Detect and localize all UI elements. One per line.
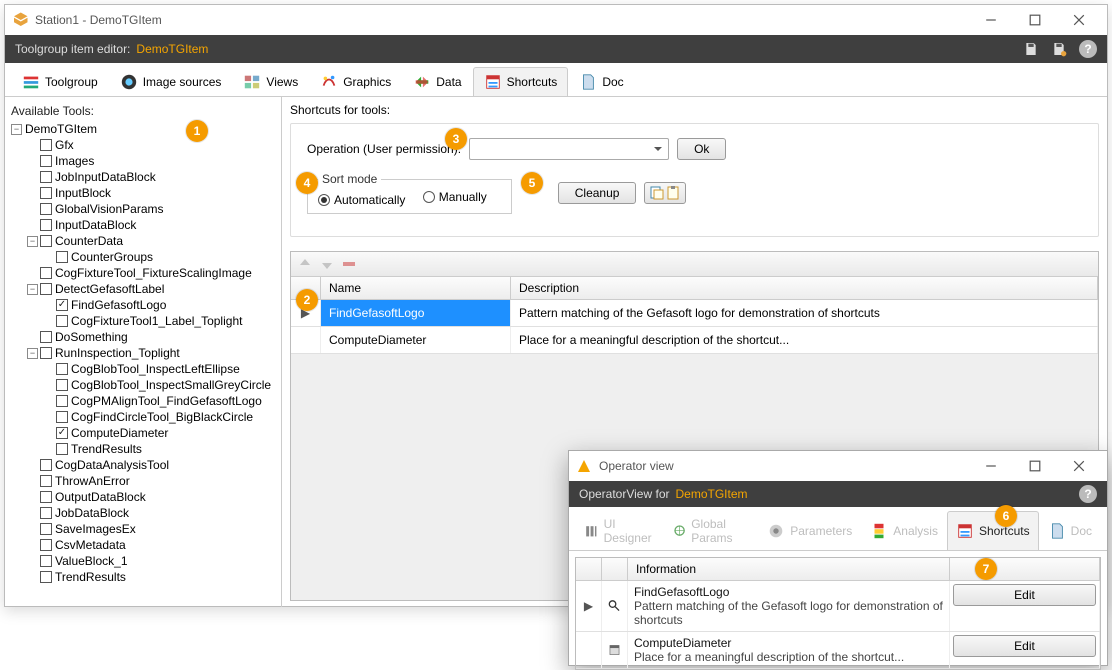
sort-manual-radio[interactable]: Manually (423, 190, 487, 204)
callout-4: 4 (296, 172, 318, 194)
checkbox-icon[interactable] (40, 139, 52, 151)
shortcuts-form: Operation (User permission): Ok Sort mod… (290, 123, 1099, 237)
tab-shortcuts[interactable]: Shortcuts (473, 67, 569, 96)
move-up-icon[interactable] (297, 256, 313, 272)
opview-row-desc: Place for a meaningful description of th… (634, 650, 943, 664)
sort-mode-group: Sort mode Automatically Manually (307, 172, 512, 214)
opview-row-name: ComputeDiameter (634, 636, 943, 650)
tab-doc[interactable]: Doc (568, 67, 634, 96)
tab-image-sources[interactable]: Image sources (109, 67, 233, 96)
radio-off-icon (423, 191, 435, 203)
save-as-icon[interactable] (1049, 39, 1069, 59)
opview-row[interactable]: ▶ FindGefasoftLogo Pattern matching of t… (576, 581, 1100, 632)
move-down-icon[interactable] (319, 256, 335, 272)
row-description[interactable]: Place for a meaningful description of th… (511, 327, 1098, 353)
opview-tab-params[interactable]: Parameters (758, 511, 861, 550)
tool-icon (602, 632, 628, 668)
grid-row[interactable]: ▶ FindGefasoftLogo Pattern matching of t… (291, 300, 1098, 327)
shortcuts-caption: Shortcuts for tools: (290, 103, 1099, 123)
opview-help-icon[interactable]: ? (1079, 485, 1097, 503)
opview-tab-shortcuts[interactable]: Shortcuts (947, 511, 1039, 550)
delete-row-icon[interactable] (341, 256, 357, 272)
opview-grid: Information ▶ FindGefasoftLogo Pattern m… (575, 557, 1101, 670)
grid-header: Name Description (291, 277, 1098, 300)
opview-titlebar[interactable]: Operator view (569, 451, 1107, 481)
operation-select[interactable] (469, 138, 669, 160)
callout-5: 5 (521, 172, 543, 194)
grid-row[interactable]: ComputeDiameter Place for a meaningful d… (291, 327, 1098, 354)
grid-toolbar (291, 252, 1098, 277)
tools-tree[interactable]: − DemoTGItem Gfx Images JobInputDataBloc… (9, 121, 277, 585)
editor-header: Toolgroup item editor: DemoTGItem ? (5, 35, 1107, 63)
row-name[interactable]: FindGefasoftLogo (321, 300, 511, 326)
opview-minimize-button[interactable] (969, 451, 1013, 481)
opview-maximize-button[interactable] (1013, 451, 1057, 481)
cleanup-button[interactable]: Cleanup (558, 182, 637, 204)
opview-row-name: FindGefasoftLogo (634, 585, 943, 599)
radio-on-icon (318, 194, 330, 206)
sort-auto-radio[interactable]: Automatically (318, 193, 405, 207)
tree-root[interactable]: DemoTGItem (24, 121, 98, 137)
maximize-button[interactable] (1013, 5, 1057, 35)
sort-mode-legend: Sort mode (318, 172, 381, 186)
window-titlebar[interactable]: Station1 - DemoTGItem (5, 5, 1107, 35)
main-tabs: Toolgroup Image sources Views Graphics D… (5, 63, 1107, 97)
opview-title: Operator view (599, 459, 969, 473)
tab-views[interactable]: Views (232, 67, 309, 96)
available-tools-panel: Available Tools: − DemoTGItem Gfx Images… (5, 97, 282, 607)
row-indicator-icon: ▶ (576, 581, 602, 631)
opview-row[interactable]: ComputeDiameter Place for a meaningful d… (576, 632, 1100, 669)
row-name[interactable]: ComputeDiameter (321, 327, 511, 353)
tab-toolgroup[interactable]: Toolgroup (11, 67, 109, 96)
opview-close-button[interactable] (1057, 451, 1101, 481)
operator-view-window: Operator view OperatorView for DemoTGIte… (568, 450, 1108, 666)
window-title: Station1 - DemoTGItem (35, 13, 969, 27)
edit-button[interactable]: Edit (953, 584, 1096, 606)
callout-6: 6 (995, 505, 1017, 527)
row-description[interactable]: Pattern matching of the Gefasoft logo fo… (511, 300, 1098, 326)
opview-tab-analysis[interactable]: Analysis (861, 511, 947, 550)
header-item-name: DemoTGItem (136, 42, 208, 56)
opview-tab-designer[interactable]: UI Designer (575, 511, 664, 550)
close-button[interactable] (1057, 5, 1101, 35)
save-icon[interactable] (1021, 39, 1041, 59)
callout-3: 3 (445, 128, 467, 150)
opview-tab-global[interactable]: Global Params (664, 511, 758, 550)
grid-header-name[interactable]: Name (321, 277, 511, 299)
opview-tab-doc[interactable]: Doc (1039, 511, 1101, 550)
tree-toggle-icon[interactable]: − (11, 124, 22, 135)
copy-icon[interactable] (649, 185, 665, 201)
copy-paste-buttons[interactable] (644, 182, 686, 204)
paste-icon[interactable] (665, 185, 681, 201)
opview-row-desc: Pattern matching of the Gefasoft logo fo… (634, 599, 943, 627)
tab-data[interactable]: Data (402, 67, 472, 96)
tab-graphics[interactable]: Graphics (309, 67, 402, 96)
help-icon[interactable]: ? (1079, 40, 1097, 58)
app-icon (11, 11, 29, 29)
header-label: Toolgroup item editor: (15, 42, 130, 56)
grid-header-description[interactable]: Description (511, 277, 1098, 299)
edit-button[interactable]: Edit (953, 635, 1096, 657)
minimize-button[interactable] (969, 5, 1013, 35)
opview-tabs: UI Designer Global Params Parameters Ana… (569, 507, 1107, 551)
opview-header: OperatorView for DemoTGItem ? (569, 481, 1107, 507)
callout-1: 1 (186, 120, 208, 142)
callout-2: 2 (296, 289, 318, 311)
available-tools-caption: Available Tools: (9, 101, 277, 121)
callout-7: 7 (975, 558, 997, 580)
operation-label: Operation (User permission): (307, 142, 461, 156)
tool-icon (602, 581, 628, 631)
opview-app-icon (575, 457, 593, 475)
ok-button[interactable]: Ok (677, 138, 726, 160)
opview-col-info[interactable]: Information (628, 558, 950, 580)
